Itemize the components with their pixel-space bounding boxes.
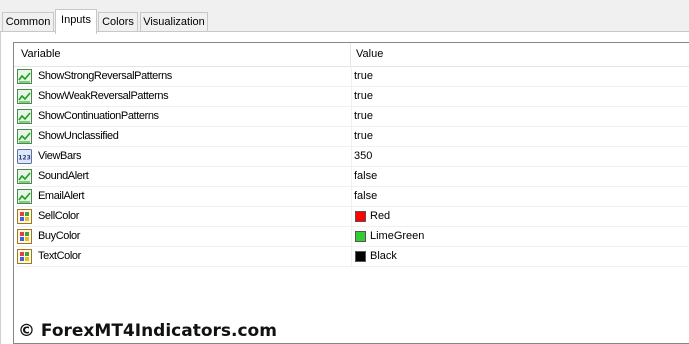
tab-bar: Common Inputs Colors Visualization [0, 0, 689, 34]
variable-value[interactable]: true [354, 127, 373, 146]
column-separator [351, 127, 352, 146]
variable-name: ShowStrongReversalPatterns [38, 70, 172, 82]
color-palette-icon [17, 249, 32, 264]
column-separator [351, 187, 352, 206]
column-separator [351, 247, 352, 266]
variable-name: ViewBars [38, 150, 82, 162]
table-row[interactable]: EmailAlert false [15, 187, 688, 207]
table-row[interactable]: ShowContinuationPatterns true [15, 107, 688, 127]
color-palette-icon [17, 229, 32, 244]
integer-123-icon: 123 [17, 149, 32, 164]
table-row[interactable]: ShowWeakReversalPatterns true [15, 87, 688, 107]
table-row[interactable]: 123 ViewBars 350 [15, 147, 688, 167]
color-palette-icon [17, 209, 32, 224]
table-row[interactable]: SoundAlert false [15, 167, 688, 187]
bool-chart-icon [17, 69, 32, 84]
bool-chart-icon [17, 189, 32, 204]
color-swatch[interactable] [355, 251, 366, 262]
variable-name: EmailAlert [38, 190, 85, 202]
variable-name: ShowWeakReversalPatterns [38, 90, 169, 102]
svg-text:123: 123 [18, 155, 31, 162]
variable-name: ShowContinuationPatterns [38, 110, 159, 122]
bool-chart-icon [17, 129, 32, 144]
color-swatch[interactable] [355, 211, 366, 222]
column-separator [351, 207, 352, 226]
color-swatch[interactable] [355, 231, 366, 242]
table-row[interactable]: ShowUnclassified true [15, 127, 688, 147]
column-separator [351, 107, 352, 126]
column-separator [351, 67, 352, 86]
tab-common[interactable]: Common [2, 12, 54, 31]
watermark: © ForexMT4Indicators.com [18, 321, 277, 341]
variable-value[interactable]: true [354, 67, 373, 86]
column-separator [351, 167, 352, 186]
column-separator [351, 147, 352, 166]
table-row[interactable]: TextColor Black [15, 247, 688, 267]
variable-value[interactable]: LimeGreen [370, 227, 424, 246]
tab-inputs[interactable]: Inputs [55, 9, 97, 34]
table-row[interactable]: ShowStrongReversalPatterns true [15, 67, 688, 87]
bool-chart-icon [17, 169, 32, 184]
variable-value[interactable]: Red [370, 207, 390, 226]
tab-colors[interactable]: Colors [98, 12, 138, 31]
inputs-table[interactable]: Variable Value ShowStrongReversalPattern… [13, 42, 689, 344]
variable-value[interactable]: true [354, 107, 373, 126]
table-row[interactable]: SellColor Red [15, 207, 688, 227]
bool-chart-icon [17, 89, 32, 104]
variable-value[interactable]: Black [370, 247, 397, 266]
variable-name: SoundAlert [38, 170, 89, 182]
variable-value[interactable]: 350 [354, 147, 372, 166]
variable-value[interactable]: false [354, 187, 377, 206]
column-separator [351, 87, 352, 106]
variable-name: SellColor [38, 210, 80, 222]
tab-visualization[interactable]: Visualization [140, 12, 208, 31]
variable-value[interactable]: false [354, 167, 377, 186]
table-header: Variable Value [14, 43, 689, 67]
variable-name: TextColor [38, 250, 81, 262]
variable-value[interactable]: true [354, 87, 373, 106]
header-column-separator[interactable] [350, 43, 351, 66]
variable-name: ShowUnclassified [38, 130, 119, 142]
bool-chart-icon [17, 109, 32, 124]
header-value[interactable]: Value [356, 43, 383, 66]
variable-name: BuyColor [38, 230, 81, 242]
header-variable[interactable]: Variable [21, 43, 61, 66]
column-separator [351, 227, 352, 246]
table-row[interactable]: BuyColor LimeGreen [15, 227, 688, 247]
